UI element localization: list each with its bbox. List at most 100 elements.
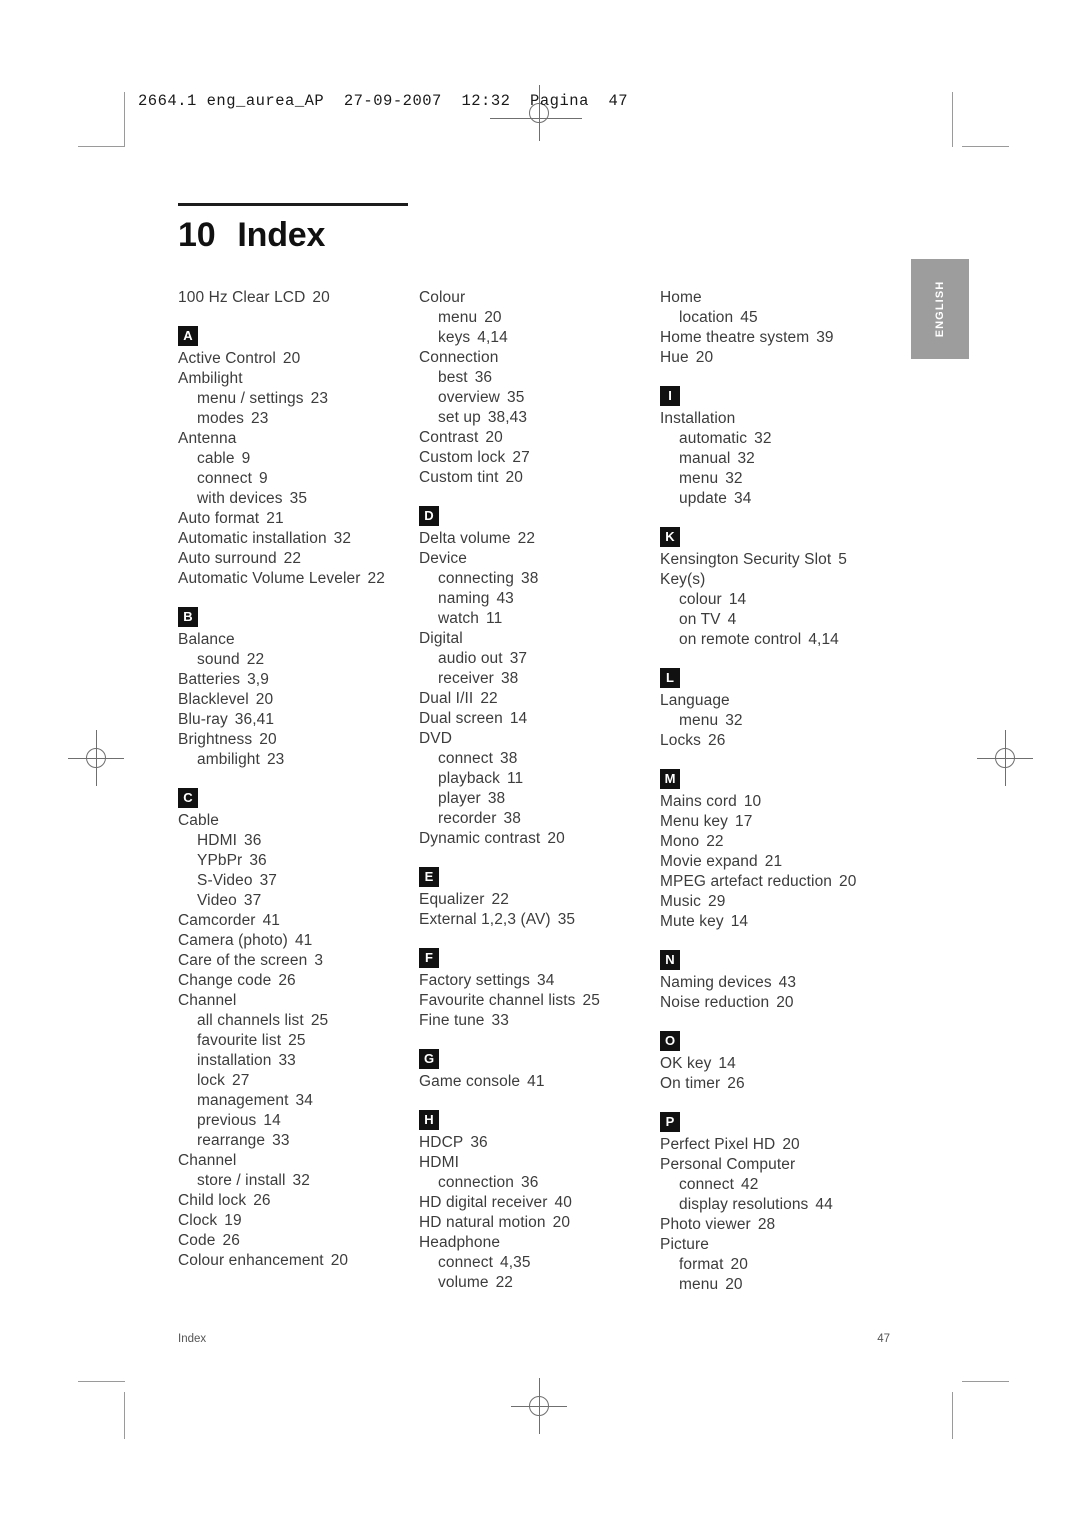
index-entry-page: 22 [283,550,302,567]
index-entry: MPEG artefact reduction 20 [660,872,890,892]
index-entry-text: Naming devices [660,974,772,991]
index-entry-text: Connection [419,349,499,366]
index-entry-text: modes [197,410,245,427]
index-entry: DVD [419,729,660,749]
index-section-heading: I [660,386,890,406]
index-entry-text: overview [438,389,500,406]
index-entry-page: 36 [520,1174,539,1191]
index-entry-text: menu [679,470,719,487]
index-entry-text: Care of the screen [178,952,308,969]
section-letter-badge: C [178,788,198,808]
index-entry-text: Fine tune [419,1012,485,1029]
index-entry-page: 14 [728,591,747,608]
index-entry-text: OK key [660,1055,712,1072]
index-entry-page: 23 [310,390,329,407]
index-entry: HD digital receiver 40 [419,1193,660,1213]
index-entry-page: 4,14 [808,631,839,648]
index-entry-page: 20 [776,994,794,1011]
index-entry-page: 20 [255,691,274,708]
index-entry: Home [660,288,890,308]
index-subentry: on remote control 4,14 [660,630,890,650]
index-entry: Blu-ray 36,41 [178,710,419,730]
index-entry-text: Channel [178,992,237,1009]
index-entry-text: Mono [660,833,700,850]
index-entry-text: Colour [419,289,466,306]
index-entry-text: all channels list [197,1012,304,1029]
index-subentry: HDMI 36 [178,831,419,851]
index-entry-page: 28 [757,1216,776,1233]
index-entry-text: Automatic installation [178,530,327,547]
footer-section-label: Index [178,1333,207,1345]
index-entry-text: connect [438,750,493,767]
index-page: 10 Index ENGLISH 100 Hz Clear LCD 20 A Activ… [0,0,1080,1528]
index-entry-text: HDMI [419,1154,460,1171]
index-entry-page: 38 [503,810,521,827]
index-entry: Perfect Pixel HD 20 [660,1135,890,1155]
index-entry: Code 26 [178,1231,419,1251]
index-entry-text: installation [197,1052,272,1069]
index-entry-page: 20 [259,731,277,748]
index-entry: Clock 19 [178,1211,419,1231]
index-entry-page: 20 [330,1252,349,1269]
index-entry-text: Movie expand [660,853,758,870]
index-entry-text: management [197,1092,289,1109]
index-entry-text: favourite list [197,1032,282,1049]
index-entry-text: best [438,369,468,386]
index-subentry: menu 32 [660,711,890,731]
index-entry-text: Dual screen [419,710,503,727]
section-letter-badge: B [178,607,198,627]
index-entry-text: recorder [438,810,497,827]
index-entry-page: 5 [838,551,848,568]
section-letter-badge: N [660,950,680,970]
index-entry-page: 32 [725,470,743,487]
index-entry-page: 36 [470,1134,488,1151]
index-entry-page: 23 [251,410,269,427]
index-entry-text: YPbPr [197,852,243,869]
index-subentry: naming 43 [419,589,660,609]
index-entry-text: Game console [419,1073,521,1090]
index-entry-page: 41 [294,932,313,949]
index-entry-text: Favourite channel lists [419,992,576,1009]
index-entry-text: connect [197,470,252,487]
index-subentry: sound 22 [178,650,419,670]
index-section-heading: O [660,1031,890,1051]
index-entry-page: 37 [243,892,262,909]
index-entry-text: location [679,309,734,326]
index-entry: Change code 26 [178,971,419,991]
index-entry-text: Music [660,893,701,910]
index-subentry: connect 9 [178,469,419,489]
index-entry-text: Language [660,692,730,709]
index-entry: Brightness 20 [178,730,419,750]
page-title: 10 Index [178,216,325,255]
index-entry: Connection [419,348,660,368]
index-entry-page: 38 [500,750,518,767]
index-entry-text: format [679,1256,724,1273]
index-entry-text: colour [679,591,722,608]
index-entry: Photo viewer 28 [660,1215,890,1235]
index-entry-text: Key(s) [660,571,706,588]
index-subentry: connect 38 [419,749,660,769]
index-entry-page: 36 [249,852,267,869]
index-subentry: cable 9 [178,449,419,469]
index-entry-page: 34 [734,490,752,507]
index-entry: Hue 20 [660,348,890,368]
index-entry: HD natural motion 20 [419,1213,660,1233]
index-entry: Home theatre system 39 [660,328,890,348]
index-column: 100 Hz Clear LCD 20 A Active Control 20 Ambil… [178,288,419,1295]
index-entry: Automatic installation 32 [178,529,419,549]
index-entry: Blacklevel 20 [178,690,419,710]
index-entry-page: 32 [333,530,352,547]
index-entry-text: connection [438,1174,514,1191]
index-entry: Antenna [178,429,419,449]
index-entry-page: 35 [506,389,525,406]
index-entry-text: Blacklevel [178,691,249,708]
index-entry-text: Locks [660,732,701,749]
index-subentry: menu / settings 23 [178,389,419,409]
index-entry: Automatic Volume Leveler 22 [178,569,419,589]
index-entry-text: HDMI [197,832,238,849]
index-entry-page: 20 [282,350,301,367]
index-entry: Delta volume 22 [419,529,660,549]
index-entry-page: 44 [815,1196,833,1213]
index-entry: Contrast 20 [419,428,660,448]
index-subentry: recorder 38 [419,809,660,829]
